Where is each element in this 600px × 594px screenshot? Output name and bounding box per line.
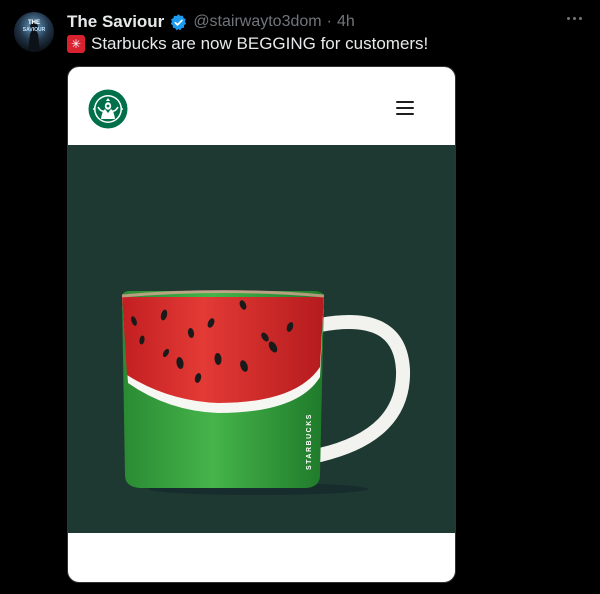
author-handle[interactable]: @stairwayto3dom xyxy=(193,13,321,31)
separator-dot: · xyxy=(326,13,332,30)
avatar[interactable]: THE SAVIOUR xyxy=(14,12,54,52)
hamburger-menu-icon[interactable] xyxy=(396,101,414,115)
post-text: ✳ Starbucks are now BEGGING for customer… xyxy=(67,33,428,55)
media-card[interactable]: STARBUCKS xyxy=(67,66,456,583)
author-name[interactable]: The Saviour xyxy=(67,12,164,32)
starbucks-logo-icon xyxy=(88,89,128,129)
verified-badge-icon[interactable] xyxy=(169,13,188,32)
more-options-icon[interactable] xyxy=(562,8,586,28)
post-header: The Saviour @stairwayto3dom · 4h xyxy=(67,11,355,33)
siren-icon: ✳ xyxy=(67,35,85,53)
post-text-body: Starbucks are now BEGGING for customers! xyxy=(91,34,429,53)
mug-wordmark: STARBUCKS xyxy=(306,413,313,470)
watermelon-mug-image: STARBUCKS xyxy=(68,145,455,533)
svg-text:SAVIOUR: SAVIOUR xyxy=(23,27,46,33)
avatar-text: THE xyxy=(28,20,40,26)
post-timestamp[interactable]: 4h xyxy=(337,13,355,31)
hero-image: STARBUCKS xyxy=(68,145,455,533)
